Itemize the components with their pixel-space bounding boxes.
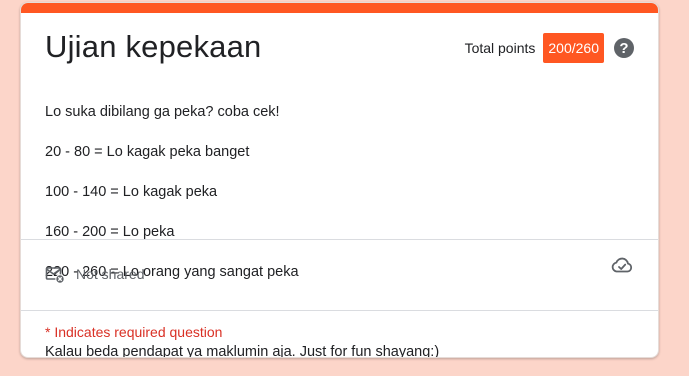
total-points: Total points 200/260 ? [465,33,634,63]
form-description: Lo suka dibilang ga peka? coba cek! 20 -… [45,82,440,358]
description-line: Lo suka dibilang ga peka? coba cek! [45,104,280,120]
help-icon[interactable]: ? [614,38,634,58]
share-status-text: Not shared [76,266,145,282]
total-points-label: Total points [464,40,536,56]
required-note: * Indicates required question [45,324,223,340]
mail-not-shared-icon [45,267,65,284]
form-header-card: Ujian kepekaan Total points 200/260 ? Lo… [20,2,659,358]
form-title: Ujian kepekaan [45,29,262,64]
description-line: 100 - 140 = Lo kagak peka [45,184,218,200]
score-badge: 200/260 [543,33,604,63]
divider [21,310,658,311]
description-line: 20 - 80 = Lo kagak peka banget [45,144,250,160]
cloud-saved-icon[interactable] [610,253,634,277]
accent-bar [21,3,658,13]
description-line: Kalau beda pendapat ya maklumin aja. Jus… [45,344,440,358]
divider [21,239,658,240]
description-line [45,302,439,322]
share-status-row: Not shared [45,264,144,284]
